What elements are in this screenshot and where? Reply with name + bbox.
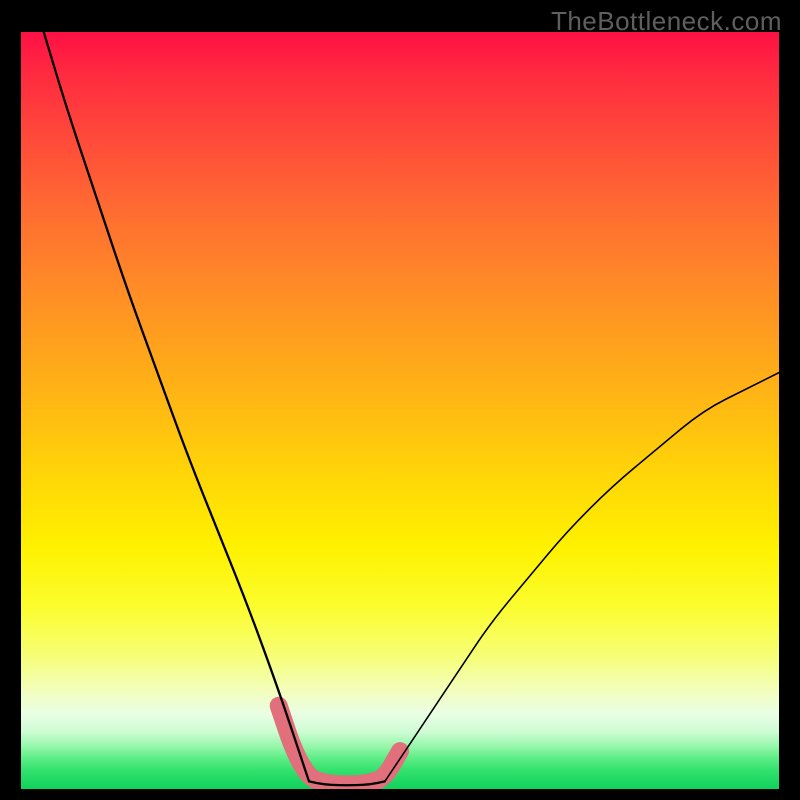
plot-area xyxy=(21,32,779,789)
watermark-text: TheBottleneck.com xyxy=(551,6,782,37)
curve-right-path xyxy=(385,373,779,782)
curve-left-path xyxy=(44,32,309,781)
curve-svg xyxy=(21,32,779,789)
chart-frame: TheBottleneck.com xyxy=(0,0,800,800)
